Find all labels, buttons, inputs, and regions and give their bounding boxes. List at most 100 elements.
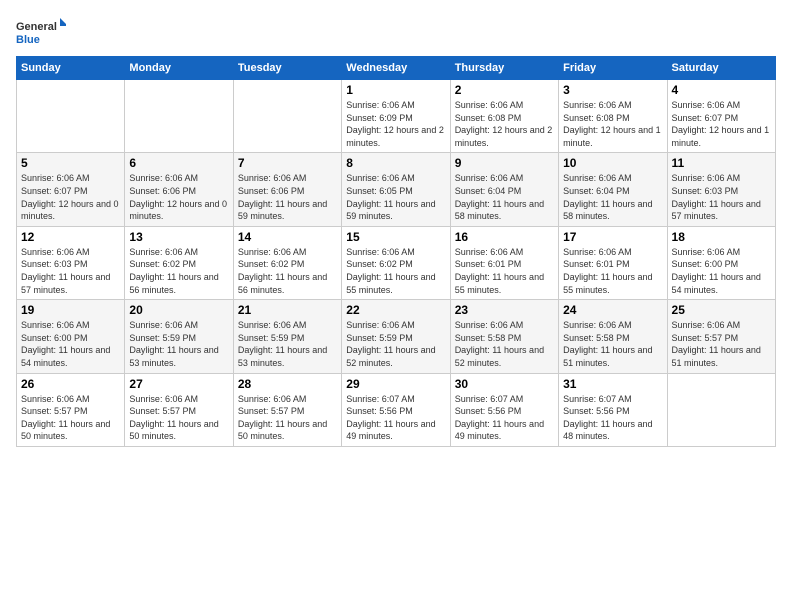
calendar-week-row: 1Sunrise: 6:06 AM Sunset: 6:09 PM Daylig…: [17, 80, 776, 153]
day-number: 8: [346, 156, 445, 170]
day-number: 15: [346, 230, 445, 244]
day-number: 14: [238, 230, 337, 244]
day-info: Sunrise: 6:06 AM Sunset: 6:05 PM Dayligh…: [346, 172, 445, 222]
day-info: Sunrise: 6:06 AM Sunset: 5:59 PM Dayligh…: [129, 319, 228, 369]
day-info: Sunrise: 6:07 AM Sunset: 5:56 PM Dayligh…: [563, 393, 662, 443]
calendar-cell: 20 Sunrise: 6:06 AM Sunset: 5:59 PM Dayli…: [125, 300, 233, 373]
day-number: 2: [455, 83, 554, 97]
day-info: Sunrise: 6:06 AM Sunset: 6:01 PM Dayligh…: [563, 246, 662, 296]
calendar-cell: 16 Sunrise: 6:06 AM Sunset: 6:01 PM Dayli…: [450, 226, 558, 299]
day-info: Sunrise: 6:06 AM Sunset: 5:58 PM Dayligh…: [563, 319, 662, 369]
calendar-cell: 24 Sunrise: 6:06 AM Sunset: 5:58 PM Dayli…: [559, 300, 667, 373]
day-info: Sunrise: 6:06 AM Sunset: 6:07 PM Dayligh…: [21, 172, 120, 222]
weekday-header-tuesday: Tuesday: [233, 57, 341, 80]
weekday-header-monday: Monday: [125, 57, 233, 80]
day-number: 24: [563, 303, 662, 317]
calendar-cell: [667, 373, 775, 446]
calendar-cell: 5 Sunrise: 6:06 AM Sunset: 6:07 PM Daylig…: [17, 153, 125, 226]
calendar-cell: 26 Sunrise: 6:06 AM Sunset: 5:57 PM Dayli…: [17, 373, 125, 446]
calendar-cell: 31 Sunrise: 6:07 AM Sunset: 5:56 PM Dayli…: [559, 373, 667, 446]
day-info: Sunrise: 6:07 AM Sunset: 5:56 PM Dayligh…: [455, 393, 554, 443]
day-number: 10: [563, 156, 662, 170]
day-number: 6: [129, 156, 228, 170]
calendar-cell: 23Sunrise: 6:06 AM Sunset: 5:58 PM Dayli…: [450, 300, 558, 373]
day-number: 5: [21, 156, 120, 170]
svg-text:Blue: Blue: [16, 34, 40, 46]
day-info: Sunrise: 6:06 AM Sunset: 5:57 PM Dayligh…: [129, 393, 228, 443]
calendar-cell: 7Sunrise: 6:06 AM Sunset: 6:06 PM Daylig…: [233, 153, 341, 226]
day-number: 3: [563, 83, 662, 97]
weekday-header-row: SundayMondayTuesdayWednesdayThursdayFrid…: [17, 57, 776, 80]
logo-svg: General Blue: [16, 16, 66, 48]
day-number: 28: [238, 377, 337, 391]
day-number: 22: [346, 303, 445, 317]
calendar-cell: 10 Sunrise: 6:06 AM Sunset: 6:04 PM Dayli…: [559, 153, 667, 226]
day-info: Sunrise: 6:06 AM Sunset: 6:08 PM Dayligh…: [455, 99, 554, 149]
day-number: 9: [455, 156, 554, 170]
calendar-cell: 29Sunrise: 6:07 AM Sunset: 5:56 PM Dayli…: [342, 373, 450, 446]
day-number: 26: [21, 377, 120, 391]
calendar-week-row: 12Sunrise: 6:06 AM Sunset: 6:03 PM Dayli…: [17, 226, 776, 299]
day-number: 30: [455, 377, 554, 391]
day-info: Sunrise: 6:06 AM Sunset: 6:04 PM Dayligh…: [563, 172, 662, 222]
calendar-cell: 30 Sunrise: 6:07 AM Sunset: 5:56 PM Dayli…: [450, 373, 558, 446]
calendar-cell: [125, 80, 233, 153]
day-number: 31: [563, 377, 662, 391]
weekday-header-sunday: Sunday: [17, 57, 125, 80]
weekday-header-saturday: Saturday: [667, 57, 775, 80]
calendar-cell: 12Sunrise: 6:06 AM Sunset: 6:03 PM Dayli…: [17, 226, 125, 299]
day-number: 17: [563, 230, 662, 244]
calendar-cell: 15 Sunrise: 6:06 AM Sunset: 6:02 PM Dayli…: [342, 226, 450, 299]
calendar-cell: 2 Sunrise: 6:06 AM Sunset: 6:08 PM Daylig…: [450, 80, 558, 153]
calendar-cell: 18Sunrise: 6:06 AM Sunset: 6:00 PM Dayli…: [667, 226, 775, 299]
day-info: Sunrise: 6:06 AM Sunset: 6:02 PM Dayligh…: [238, 246, 337, 296]
calendar-cell: 3 Sunrise: 6:06 AM Sunset: 6:08 PM Daylig…: [559, 80, 667, 153]
weekday-header-friday: Friday: [559, 57, 667, 80]
calendar-cell: 13 Sunrise: 6:06 AM Sunset: 6:02 PM Dayli…: [125, 226, 233, 299]
calendar-cell: 8 Sunrise: 6:06 AM Sunset: 6:05 PM Daylig…: [342, 153, 450, 226]
day-info: Sunrise: 6:06 AM Sunset: 6:03 PM Dayligh…: [21, 246, 120, 296]
day-number: 16: [455, 230, 554, 244]
calendar-cell: 11Sunrise: 6:06 AM Sunset: 6:03 PM Dayli…: [667, 153, 775, 226]
day-number: 27: [129, 377, 228, 391]
day-info: Sunrise: 6:06 AM Sunset: 6:09 PM Dayligh…: [346, 99, 445, 149]
calendar-cell: 4Sunrise: 6:06 AM Sunset: 6:07 PM Daylig…: [667, 80, 775, 153]
calendar-cell: 6 Sunrise: 6:06 AM Sunset: 6:06 PM Daylig…: [125, 153, 233, 226]
calendar-cell: 27 Sunrise: 6:06 AM Sunset: 5:57 PM Dayli…: [125, 373, 233, 446]
calendar-table: SundayMondayTuesdayWednesdayThursdayFrid…: [16, 56, 776, 447]
calendar-cell: 1Sunrise: 6:06 AM Sunset: 6:09 PM Daylig…: [342, 80, 450, 153]
day-info: Sunrise: 6:06 AM Sunset: 6:02 PM Dayligh…: [129, 246, 228, 296]
calendar-cell: [17, 80, 125, 153]
day-number: 11: [672, 156, 771, 170]
day-number: 13: [129, 230, 228, 244]
day-number: 19: [21, 303, 120, 317]
page-header: General Blue: [16, 16, 776, 48]
day-info: Sunrise: 6:06 AM Sunset: 6:06 PM Dayligh…: [129, 172, 228, 222]
calendar-cell: 25 Sunrise: 6:06 AM Sunset: 5:57 PM Dayli…: [667, 300, 775, 373]
calendar-cell: 14 Sunrise: 6:06 AM Sunset: 6:02 PM Dayli…: [233, 226, 341, 299]
calendar-cell: [233, 80, 341, 153]
weekday-header-wednesday: Wednesday: [342, 57, 450, 80]
day-info: Sunrise: 6:06 AM Sunset: 6:08 PM Dayligh…: [563, 99, 662, 149]
day-info: Sunrise: 6:06 AM Sunset: 6:00 PM Dayligh…: [21, 319, 120, 369]
weekday-header-thursday: Thursday: [450, 57, 558, 80]
day-info: Sunrise: 6:06 AM Sunset: 5:58 PM Dayligh…: [455, 319, 554, 369]
calendar-week-row: 5 Sunrise: 6:06 AM Sunset: 6:07 PM Daylig…: [17, 153, 776, 226]
day-info: Sunrise: 6:06 AM Sunset: 6:02 PM Dayligh…: [346, 246, 445, 296]
day-info: Sunrise: 6:06 AM Sunset: 5:59 PM Dayligh…: [346, 319, 445, 369]
day-number: 20: [129, 303, 228, 317]
day-info: Sunrise: 6:06 AM Sunset: 5:57 PM Dayligh…: [238, 393, 337, 443]
calendar-cell: 17 Sunrise: 6:06 AM Sunset: 6:01 PM Dayli…: [559, 226, 667, 299]
day-info: Sunrise: 6:06 AM Sunset: 5:57 PM Dayligh…: [672, 319, 771, 369]
calendar-cell: 19 Sunrise: 6:06 AM Sunset: 6:00 PM Dayli…: [17, 300, 125, 373]
day-info: Sunrise: 6:06 AM Sunset: 5:57 PM Dayligh…: [21, 393, 120, 443]
day-info: Sunrise: 6:06 AM Sunset: 6:06 PM Dayligh…: [238, 172, 337, 222]
logo: General Blue: [16, 16, 66, 48]
day-info: Sunrise: 6:06 AM Sunset: 6:04 PM Dayligh…: [455, 172, 554, 222]
day-info: Sunrise: 6:06 AM Sunset: 5:59 PM Dayligh…: [238, 319, 337, 369]
day-info: Sunrise: 6:06 AM Sunset: 6:01 PM Dayligh…: [455, 246, 554, 296]
day-info: Sunrise: 6:07 AM Sunset: 5:56 PM Dayligh…: [346, 393, 445, 443]
day-number: 21: [238, 303, 337, 317]
day-number: 25: [672, 303, 771, 317]
day-number: 18: [672, 230, 771, 244]
